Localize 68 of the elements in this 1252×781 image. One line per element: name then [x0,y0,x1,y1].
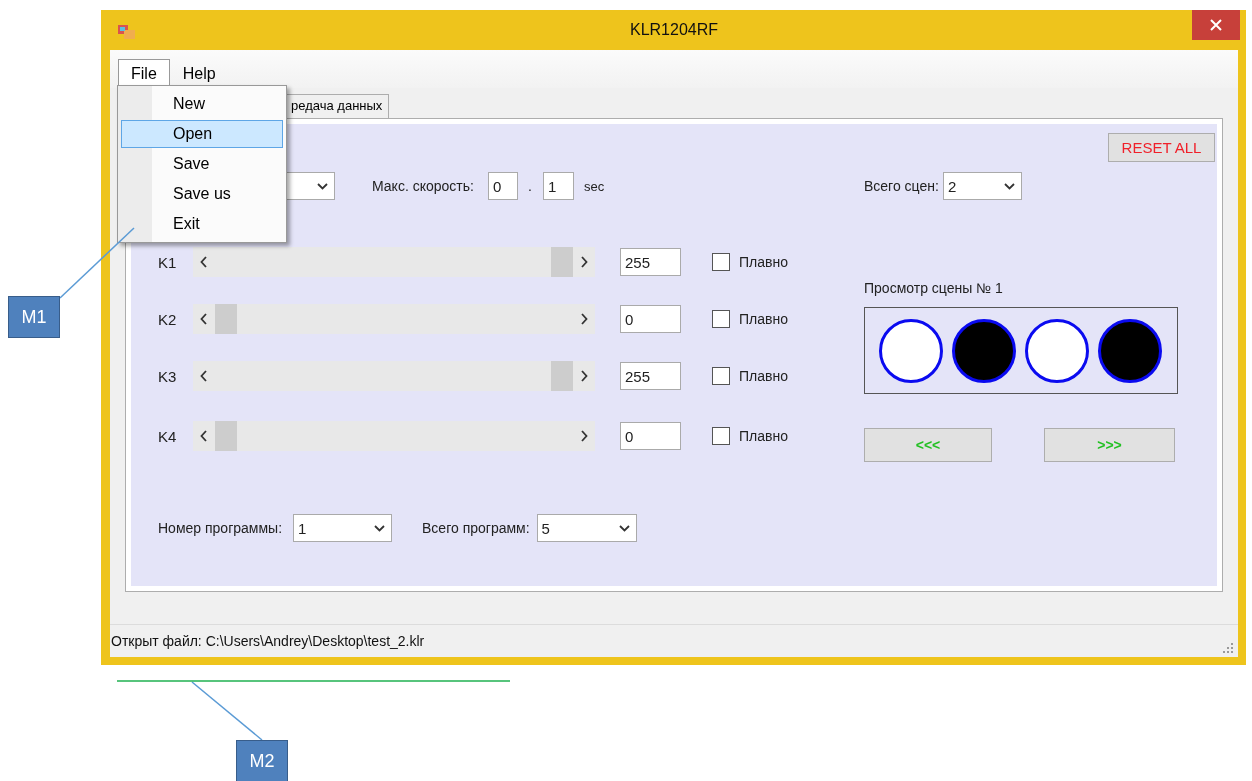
scroll-left-button[interactable] [193,247,215,277]
checkbox[interactable] [712,427,730,445]
checkbox-label: Плавно [739,254,788,270]
checkbox-label: Плавно [739,428,788,444]
scroll-right-button[interactable] [573,361,595,391]
scene-total-label: Всего сцен: [864,178,939,194]
status-text: Открыт файл: C:\Users\Andrey\Desktop\test_2.klr [111,633,425,649]
dropdown[interactable]: 2 [942,172,1022,200]
channel-label: K3 [158,367,178,385]
fraction-field[interactable]: 1 [542,172,574,200]
scroll-left-button[interactable] [193,361,215,391]
slider-thumb[interactable] [551,247,573,277]
scroll-right-button[interactable] [573,421,595,451]
value-field[interactable]: 0 [620,305,681,333]
scroll-right-button[interactable] [573,304,595,334]
menu-item[interactable]: Save us [121,180,283,208]
resize-grip-icon[interactable] [1222,642,1234,654]
menu-item[interactable]: Open [121,120,283,148]
chevron-right-icon[interactable] [580,430,588,442]
chevron-right-icon[interactable] [580,256,588,268]
chevron-down-icon [1003,182,1015,190]
close-icon[interactable] [1210,19,1222,31]
unit-label: sec [583,178,605,194]
menu-item[interactable]: Exit [121,210,283,238]
chevron-right-icon[interactable] [580,313,588,325]
dropdown[interactable]: 5 [536,514,637,542]
chevron-right-icon[interactable] [580,370,588,382]
menu-item[interactable]: Help [169,59,229,88]
dropdown[interactable]: 1 [293,514,393,542]
slider-thumb[interactable] [215,304,237,334]
scroll-left-button[interactable] [193,421,215,451]
channel-label: K2 [158,310,178,328]
value-field[interactable]: 0 [620,422,681,450]
checkbox-label: Плавно [739,368,788,384]
slider-thumb[interactable] [215,421,237,451]
app-icon [118,25,136,39]
callout-label: M2 [236,740,288,781]
menu-item[interactable]: New [121,90,283,118]
channel-label: K1 [158,253,178,271]
channel-label: K4 [158,427,178,445]
value-field[interactable]: 255 [620,248,681,276]
checkbox[interactable] [712,253,730,271]
callout-label: M1 [8,296,60,338]
chevron-left-icon[interactable] [200,256,208,268]
decimal-separator: . [527,178,533,194]
chevron-left-icon[interactable] [200,313,208,325]
leader-line [191,681,263,741]
program-total-label: Всего программ: [422,520,530,536]
checkbox-label: Плавно [739,311,788,327]
checkbox[interactable] [712,367,730,385]
close-button[interactable] [1192,10,1240,40]
checkbox[interactable] [712,310,730,328]
preview-title: Просмотр сцены № 1 [864,280,1004,296]
slider-thumb[interactable] [551,361,573,391]
chevron-left-icon[interactable] [200,430,208,442]
seconds-field[interactable]: 0 [487,172,518,200]
window-title: KLR1204RF [629,21,718,39]
program-number-label: Номер программы: [158,520,283,536]
value-field[interactable]: 255 [620,362,681,390]
chevron-left-icon[interactable] [200,370,208,382]
chevron-down-icon [618,524,630,532]
tab[interactable]: редача данных [284,94,390,118]
chevron-down-icon [374,524,386,532]
menu-item[interactable]: Save [121,150,283,178]
scroll-left-button[interactable] [193,304,215,334]
speed-label: Макс. скорость: [372,178,474,194]
chevron-down-icon [317,182,328,190]
scroll-right-button[interactable] [573,247,595,277]
